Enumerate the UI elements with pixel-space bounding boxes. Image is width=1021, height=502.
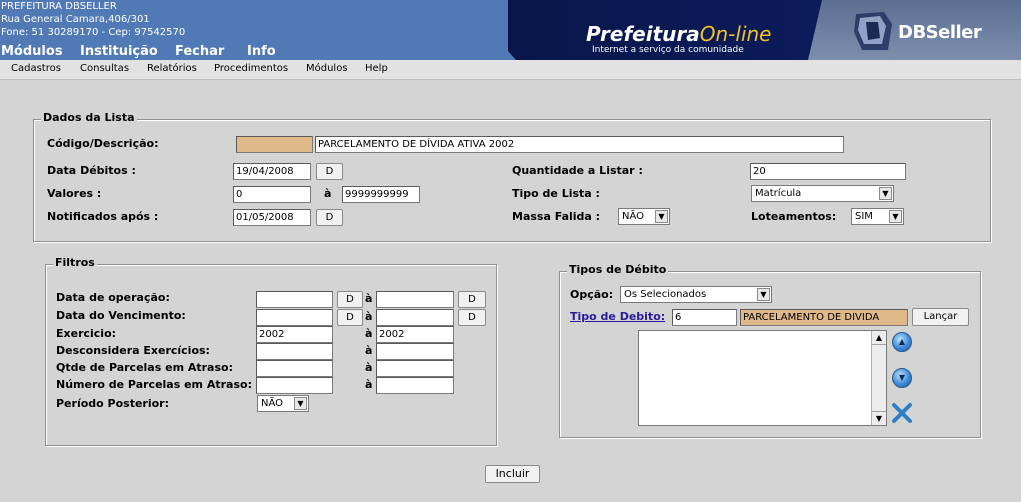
filtro-separator: à (365, 344, 373, 357)
menu-instituicao[interactable]: Instituição (80, 44, 158, 59)
submenu-modulos[interactable]: Módulos (306, 63, 348, 74)
filtro-data-operacao-to-date-button[interactable]: D (458, 291, 486, 308)
filtro-qtde-parcelas-label: Qtde de Parcelas em Atraso: (56, 361, 233, 374)
move-down-icon[interactable]: ▼ (892, 368, 912, 388)
brand-tagline: Internet a serviço da comunidade (592, 45, 744, 55)
vendor-name: DBSeller (898, 22, 982, 43)
brand-accent: On-line (699, 22, 772, 46)
submenu-consultas[interactable]: Consultas (80, 63, 129, 74)
filtro-separator: à (365, 361, 373, 374)
municipality-name: PREFEITURA DBSELLER (1, 1, 117, 12)
valores-from-input[interactable]: 0 (233, 186, 311, 203)
tipo-lista-label: Tipo de Lista : (512, 187, 600, 200)
chevron-down-icon: ▼ (655, 210, 668, 223)
data-debitos-label: Data Débitos : (47, 164, 136, 177)
menu-modulos[interactable]: Módulos (1, 44, 63, 59)
loteamentos-label: Loteamentos: (751, 210, 837, 223)
quantidade-label: Quantidade a Listar : (512, 164, 643, 177)
data-debitos-date-button[interactable]: D (316, 163, 343, 180)
brand-main: Prefeitura (586, 22, 700, 46)
filtro-separator: à (365, 292, 373, 305)
chevron-down-icon: ▼ (889, 210, 902, 223)
filtro-desconsidera-label: Desconsidera Exercícios: (56, 344, 210, 357)
loteamentos-select[interactable]: SIM ▼ (851, 208, 904, 225)
chevron-down-icon: ▼ (757, 288, 770, 301)
filtro-separator: à (365, 378, 373, 391)
app-header: PREFEITURA DBSELLER Rua General Camara,4… (0, 0, 1021, 60)
filtro-exercicio-label: Exercicio: (56, 327, 117, 340)
filtro-data-operacao-to[interactable] (376, 291, 454, 308)
listbox-scrollbar[interactable]: ▲ ▼ (871, 331, 886, 425)
remove-x-icon[interactable] (891, 402, 913, 424)
filtro-qtde-parcelas-from[interactable] (256, 360, 333, 377)
tipo-debito-link[interactable]: Tipo de Debito: (570, 310, 665, 323)
tipo-debito-desc-input: PARCELAMENTO DE DIVIDA (740, 309, 908, 326)
filtro-data-vencimento-from-date-button[interactable]: D (337, 309, 363, 326)
tipo-lista-value: Matrícula (755, 188, 802, 199)
filtro-exercicio-from[interactable]: 2002 (256, 326, 333, 343)
opcao-select[interactable]: Os Selecionados ▼ (620, 286, 772, 303)
data-debitos-input[interactable]: 19/04/2008 (233, 163, 311, 180)
filtro-separator: à (365, 310, 373, 323)
filtro-separator: à (365, 327, 373, 340)
filtro-qtde-parcelas-to[interactable] (376, 360, 454, 377)
dados-lista-legend: Dados da Lista (41, 111, 137, 124)
filtro-data-vencimento-label: Data do Vencimento: (56, 309, 186, 322)
move-up-icon[interactable]: ▲ (892, 332, 912, 352)
filtro-data-operacao-label: Data de operação: (56, 291, 170, 304)
tipo-debito-code-input[interactable]: 6 (672, 309, 737, 326)
valores-to-input[interactable]: 9999999999 (342, 186, 420, 203)
chevron-down-icon: ▼ (294, 397, 307, 410)
tipo-lista-select[interactable]: Matrícula ▼ (751, 185, 894, 202)
notificados-input[interactable]: 01/05/2008 (233, 209, 311, 226)
filtro-desconsidera-to[interactable] (376, 343, 454, 360)
submenu-procedimentos[interactable]: Procedimentos (214, 63, 288, 74)
menu-info[interactable]: Info (247, 44, 276, 59)
tipos-debito-listbox[interactable]: ▲ ▼ (638, 330, 887, 426)
notificados-date-button[interactable]: D (316, 209, 343, 226)
filtro-data-vencimento-to[interactable] (376, 309, 454, 326)
periodo-posterior-select[interactable]: NÃO ▼ (257, 395, 309, 412)
filtro-data-vencimento-to-date-button[interactable]: D (458, 309, 486, 326)
menu-fechar[interactable]: Fechar (175, 44, 224, 59)
filtro-desconsidera-from[interactable] (256, 343, 333, 360)
filtro-data-operacao-from[interactable] (256, 291, 333, 308)
descricao-input[interactable]: PARCELAMENTO DE DÍVIDA ATIVA 2002 (315, 136, 844, 153)
codigo-input[interactable] (236, 136, 313, 153)
notificados-label: Notificados após : (47, 210, 159, 223)
dbseller-logo: DBSeller (808, 0, 1021, 60)
municipality-address: Rua General Camara,406/301 (1, 14, 150, 25)
filtros-legend: Filtros (53, 256, 97, 269)
filtro-numero-parcelas-to[interactable] (376, 377, 454, 394)
valores-separator: à (324, 187, 332, 200)
municipality-phone: Fone: 51 30289170 - Cep: 97542570 (1, 27, 186, 38)
submenu-bar: Cadastros Consultas Relatórios Procedime… (0, 60, 1021, 80)
submenu-help[interactable]: Help (365, 63, 388, 74)
filtro-data-vencimento-from[interactable] (256, 309, 333, 326)
tipos-debito-legend: Tipos de Débito (567, 263, 669, 276)
filtro-numero-parcelas-label: Número de Parcelas em Atraso: (56, 378, 252, 391)
massa-falida-select[interactable]: NÃO ▼ (618, 208, 670, 225)
scroll-up-icon[interactable]: ▲ (872, 331, 886, 345)
filtro-exercicio-to[interactable]: 2002 (376, 326, 454, 343)
loteamentos-value: SIM (855, 211, 873, 222)
valores-label: Valores : (47, 187, 102, 200)
quantidade-input[interactable]: 20 (750, 163, 906, 180)
massa-falida-label: Massa Falida : (512, 210, 601, 223)
periodo-posterior-label: Período Posterior: (56, 397, 169, 410)
codigo-label: Código/Descrição: (47, 137, 159, 150)
submenu-relatorios[interactable]: Relatórios (147, 63, 197, 74)
opcao-value: Os Selecionados (624, 289, 707, 300)
chevron-down-icon: ▼ (879, 187, 892, 200)
filtro-numero-parcelas-from[interactable] (256, 377, 333, 394)
filtro-data-operacao-from-date-button[interactable]: D (337, 291, 363, 308)
incluir-button[interactable]: Incluir (485, 465, 540, 483)
massa-falida-value: NÃO (622, 211, 645, 222)
scroll-down-icon[interactable]: ▼ (872, 411, 886, 425)
periodo-posterior-value: NÃO (261, 398, 284, 409)
lancar-button[interactable]: Lançar (912, 308, 969, 326)
dbseller-emblem-icon (854, 12, 892, 50)
submenu-cadastros[interactable]: Cadastros (11, 63, 61, 74)
opcao-label: Opção: (570, 288, 614, 301)
